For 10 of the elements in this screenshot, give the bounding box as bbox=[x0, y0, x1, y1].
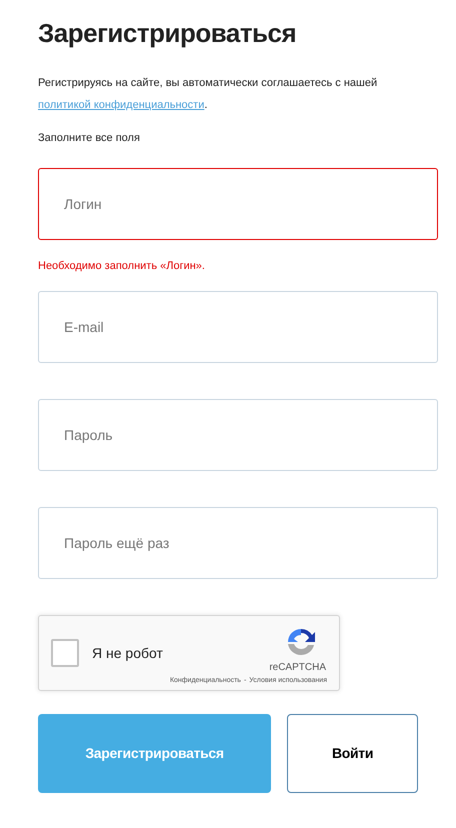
checkbox-label: Я не робот bbox=[92, 644, 163, 663]
consent-text: Регистрируясь на сайте, вы автоматически соглашаетесь с нашей политикой конфиденциальности. bbox=[38, 76, 378, 113]
login-button[interactable]: Войти bbox=[287, 714, 418, 793]
recaptcha-logo-icon bbox=[285, 626, 317, 658]
page-title: Зарегистрироваться bbox=[38, 17, 298, 50]
checkbox[interactable] bbox=[51, 639, 79, 667]
error-message: Необходимо заполнить «Логин». bbox=[38, 258, 206, 274]
input-field[interactable]: Логин bbox=[38, 168, 438, 240]
form-hint: Заполните все поля bbox=[38, 131, 141, 146]
recaptcha-brand: reCAPTCHA bbox=[269, 661, 326, 675]
